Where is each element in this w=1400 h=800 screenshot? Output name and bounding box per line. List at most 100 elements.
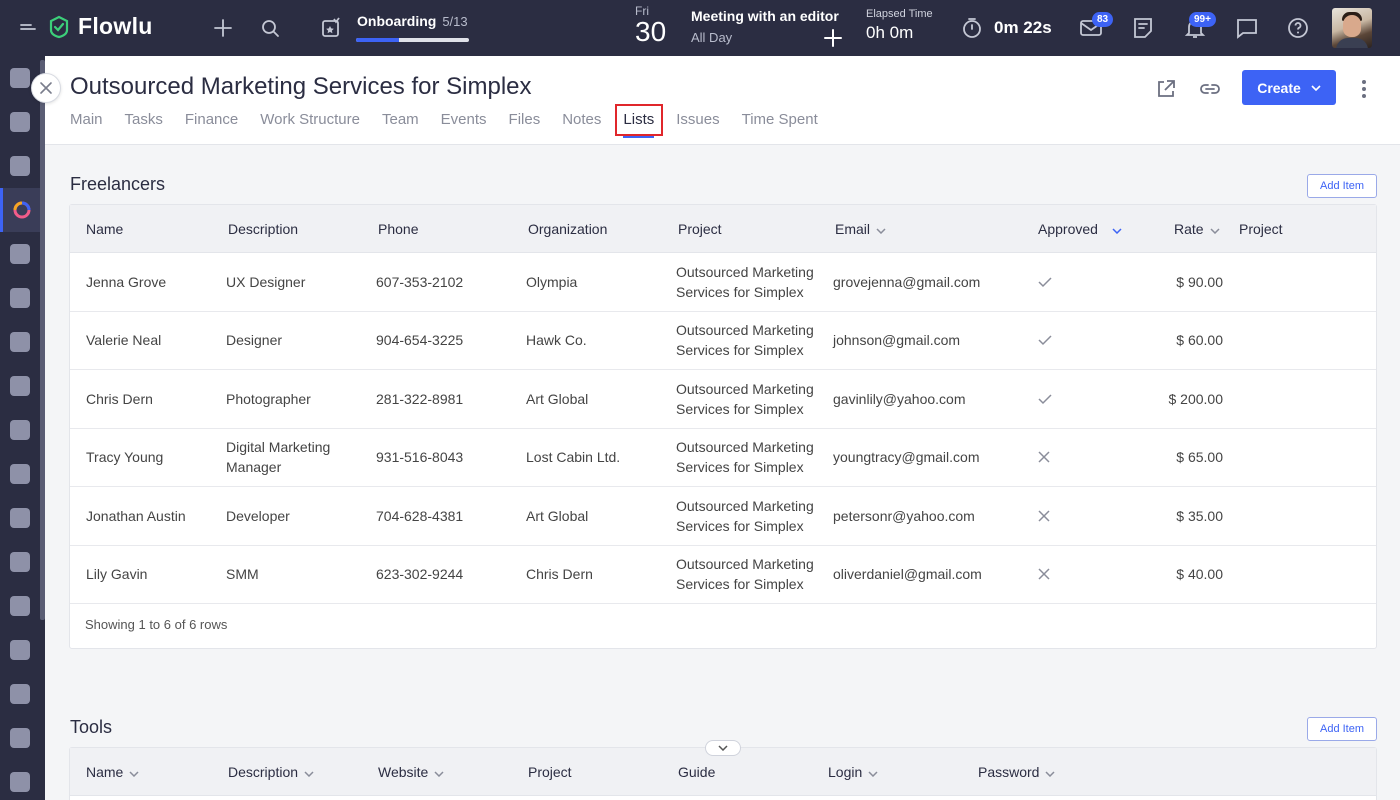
collapse-toggle[interactable] (705, 740, 741, 756)
create-button[interactable]: Create (1242, 70, 1336, 105)
sidebar-item-products[interactable] (0, 540, 40, 584)
tab-finance[interactable]: Finance (185, 111, 238, 138)
column-header-rate[interactable]: Rate (1174, 205, 1220, 253)
sidebar-item-knowledge[interactable] (0, 452, 40, 496)
sort-caret-icon[interactable] (1112, 221, 1122, 237)
notification-badge: 99+ (1189, 12, 1216, 27)
sidebar-item-settings[interactable] (0, 760, 40, 800)
menu-icon[interactable] (18, 20, 38, 36)
help-icon[interactable] (1286, 16, 1310, 40)
sidebar-item-tasks[interactable] (0, 276, 40, 320)
sidebar-item-crm[interactable] (0, 100, 40, 144)
tools-column-header-login[interactable]: Login (828, 748, 878, 796)
timer-icon[interactable] (960, 16, 984, 40)
knowledge-icon (10, 464, 30, 484)
tab-issues[interactable]: Issues (676, 111, 719, 138)
sidebar-item-team[interactable] (0, 408, 40, 452)
sort-caret-icon[interactable] (129, 764, 139, 780)
column-header-organization[interactable]: Organization (528, 205, 607, 253)
column-header-label: Rate (1174, 221, 1204, 237)
tab-lists[interactable]: Lists (615, 104, 664, 138)
sort-caret-icon[interactable] (876, 221, 886, 237)
cell-project: Outsourced Marketing Services for Simple… (676, 497, 814, 534)
onboarding-progress-fill (356, 38, 399, 42)
freelancers-add-item-button[interactable]: Add Item (1307, 174, 1377, 198)
sort-caret-icon[interactable] (868, 764, 878, 780)
sort-caret-icon[interactable] (304, 764, 314, 780)
tab-team[interactable]: Team (382, 111, 419, 138)
search-icon[interactable] (260, 18, 280, 38)
approved-check-icon (1038, 312, 1052, 370)
sort-caret-icon[interactable] (1045, 764, 1055, 780)
more-icon[interactable] (1352, 77, 1376, 101)
cell-project: Outsourced Marketing Services for Simple… (676, 322, 814, 359)
cell-description: SMM (226, 566, 259, 583)
sidebar-item-sales[interactable] (0, 144, 40, 188)
tools-column-header-name[interactable]: Name (86, 748, 139, 796)
table-row[interactable]: Jonathan Austin Developer 704-628-4381 Art … (70, 487, 1376, 546)
chevron-down-icon (718, 745, 728, 751)
tools-add-item-button[interactable]: Add Item (1307, 717, 1377, 741)
add-icon[interactable] (212, 17, 234, 39)
table-row[interactable]: Chris Dern Photographer 281-322-8981 Art Gl… (70, 370, 1376, 429)
column-header-label: Project (1239, 221, 1283, 237)
onboarding-widget[interactable]: Onboarding 5/13 (357, 13, 468, 29)
table-row[interactable]: Valerie Neal Designer 904-654-3225 Hawk Co.… (70, 312, 1376, 370)
onboarding-icon[interactable] (320, 15, 344, 39)
notes-icon[interactable] (1131, 16, 1155, 40)
sidebar-item-projects[interactable] (0, 188, 40, 232)
cell-organization: Olympia (526, 273, 578, 290)
table-row[interactable]: Lily Gavin SMM 623-302-9244 Chris Dern Outso… (70, 546, 1376, 604)
sidebar-item-timer[interactable] (0, 716, 40, 760)
approved-check-icon (1038, 370, 1052, 428)
tools-column-header-password[interactable]: Password (978, 748, 1055, 796)
cell-organization: Art Global (526, 390, 589, 407)
column-header-approved[interactable]: Approved (1038, 205, 1122, 253)
table-row[interactable]: Jenna Grove UX Designer 607-353-2102 Olympi… (70, 253, 1376, 312)
close-button[interactable] (31, 73, 61, 103)
tab-notes[interactable]: Notes (562, 111, 601, 138)
open-external-icon[interactable] (1154, 77, 1178, 101)
tab-tasks[interactable]: Tasks (125, 111, 163, 138)
sidebar-item-marketing[interactable] (0, 628, 40, 672)
sidebar-item-finance[interactable] (0, 320, 40, 364)
column-header-project[interactable]: Project (1239, 205, 1283, 253)
tab-label: Notes (562, 111, 602, 128)
column-header-phone[interactable]: Phone (378, 205, 418, 253)
chat-icon[interactable] (1235, 16, 1259, 40)
column-header-name[interactable]: Name (86, 205, 123, 253)
meeting-event[interactable]: Meeting with an editor All Day (691, 8, 839, 45)
column-header-label: Login (828, 764, 863, 780)
app-logo[interactable]: Flowlu (78, 13, 153, 40)
tools-column-header-website[interactable]: Website (378, 748, 444, 796)
table-row[interactable]: Tracy Young Digital Marketing Manager 931-… (70, 429, 1376, 487)
sort-caret-icon[interactable] (434, 764, 444, 780)
wiki-icon (10, 596, 30, 616)
column-header-project[interactable]: Project (678, 205, 722, 253)
tab-work-structure[interactable]: Work Structure (260, 111, 360, 138)
settings-icon (10, 772, 30, 792)
add-event-icon[interactable] (823, 28, 843, 48)
calendar-date[interactable]: Fri 30 (635, 4, 666, 46)
sidebar-item-wiki[interactable] (0, 584, 40, 628)
sidebar-item-docs[interactable] (0, 364, 40, 408)
tab-main[interactable]: Main (70, 111, 103, 138)
table-footer: Showing 1 to 6 of 6 rows (85, 617, 228, 632)
timer-value[interactable]: 0m 22s (994, 18, 1052, 38)
sidebar-item-calendar[interactable] (0, 496, 40, 540)
tab-time-spent[interactable]: Time Spent (742, 111, 818, 138)
user-avatar[interactable] (1332, 8, 1372, 48)
sort-caret-icon[interactable] (1210, 221, 1220, 237)
column-header-description[interactable]: Description (228, 205, 298, 253)
column-header-email[interactable]: Email (835, 205, 886, 253)
link-icon[interactable] (1198, 77, 1222, 101)
elapsed-label: Elapsed Time (866, 8, 933, 20)
sidebar-item-agile[interactable] (0, 232, 40, 276)
tab-label: Main (70, 111, 103, 128)
tools-column-header-description[interactable]: Description (228, 748, 314, 796)
flowlu-logo-icon[interactable] (47, 15, 71, 39)
tools-column-header-project[interactable]: Project (528, 748, 572, 796)
tab-files[interactable]: Files (509, 111, 541, 138)
sidebar-item-apps[interactable] (0, 672, 40, 716)
tab-events[interactable]: Events (441, 111, 487, 138)
